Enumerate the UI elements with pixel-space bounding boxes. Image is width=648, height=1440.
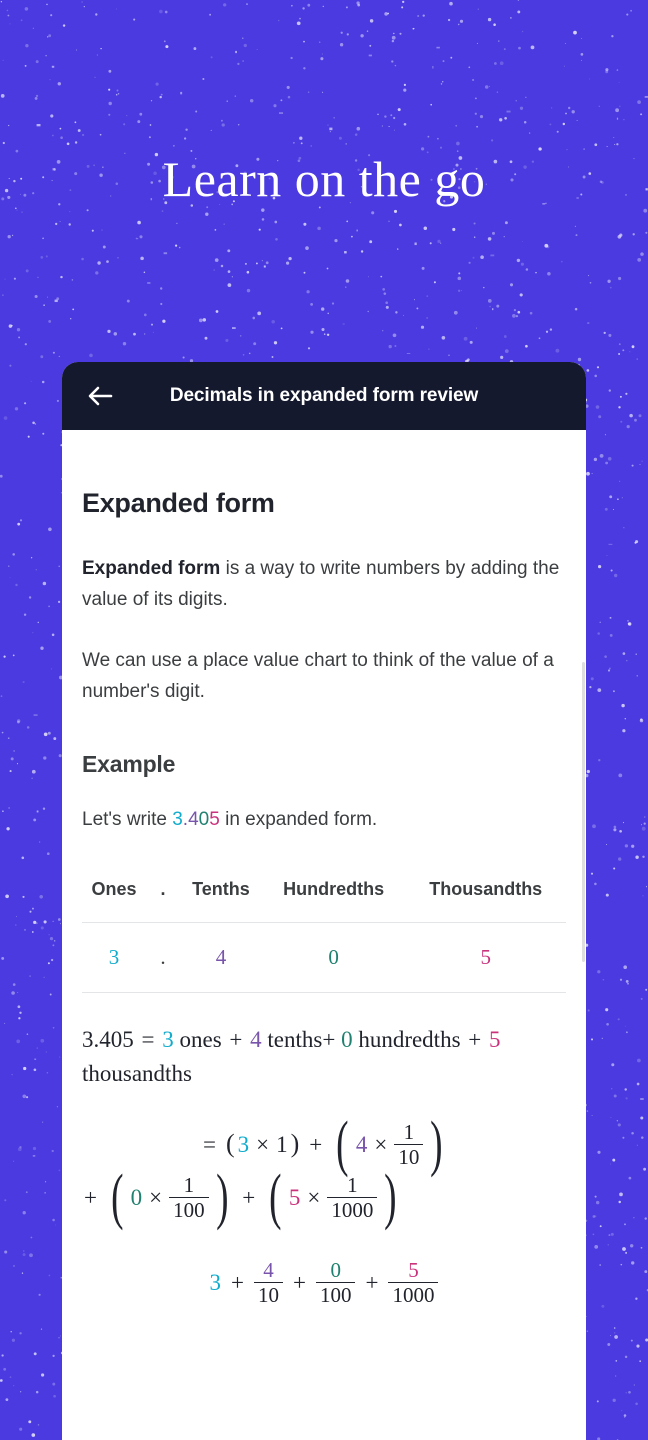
hero-title: Learn on the go (162, 151, 486, 207)
cell-hundredths: 0 (328, 945, 339, 969)
article-body: Expanded form Expanded form is a way to … (62, 430, 586, 1440)
eq2-term-3: ( 0 × 1 100 ) (107, 1163, 232, 1232)
navbar-title: Decimals in expanded form review (169, 385, 479, 406)
column-header-decimal-point: . (160, 879, 166, 899)
fraction-numerator: 1 (183, 1173, 195, 1198)
eq2-t3-digit: 0 (130, 1184, 143, 1210)
place-value-table: Ones . Tenths Hundredths Thousandths 3 .… (82, 879, 566, 993)
eq3-plus-2: + (293, 1269, 306, 1295)
eq2-t2-digit: 4 (355, 1131, 368, 1157)
column-header-thousandths: Thousandths (429, 879, 543, 899)
eq1-digit-ones: 3 (162, 1027, 174, 1052)
example-digit-tenths: 4 (188, 809, 199, 830)
cell-decimal-point: . (160, 945, 166, 969)
example-digit-thousandths: 5 (209, 809, 220, 830)
fraction-denominator: 10 (394, 1144, 424, 1168)
eq2-t4-digit: 5 (288, 1184, 301, 1210)
table-row: 3 . 4 0 5 (82, 922, 566, 993)
fraction-denominator: 1000 (327, 1197, 378, 1221)
eq2-term-2: ( 4 × 1 10 ) (332, 1110, 447, 1179)
cell-thousandths: 5 (480, 945, 491, 969)
eq2-t4-times: × (307, 1184, 321, 1210)
example-digit-ones: 3 (172, 809, 183, 830)
eq2-plus-1: + (309, 1131, 323, 1157)
paren-close: ) (290, 1129, 300, 1159)
app-screen: Learn on the go Decimals in expanded for… (0, 0, 648, 1440)
column-header-hundredths: Hundredths (283, 879, 385, 899)
fraction-denominator: 10 (254, 1282, 283, 1306)
eq2-plus-2: + (84, 1184, 97, 1210)
fraction-numerator: 5 (408, 1258, 419, 1283)
paren-close: ) (430, 1110, 443, 1179)
paren-open: ( (111, 1163, 124, 1232)
app-navbar: Decimals in expanded form review (62, 362, 586, 430)
eq2-term-1: ( 3 × 1 ) (225, 1129, 300, 1159)
example-lead-prefix: Let's write (82, 809, 173, 830)
eq1-digit-hundredths: 0 (341, 1027, 353, 1052)
cell-tenths: 4 (215, 945, 227, 969)
eq3-plus-1: + (231, 1269, 244, 1295)
fraction-denominator: 100 (315, 1282, 356, 1306)
eq2-t1-digit: 3 (237, 1131, 250, 1157)
table-header-row: Ones . Tenths Hundredths Thousandths (82, 879, 566, 923)
example-lead: Let's write 3.405 in expanded form. (82, 804, 566, 835)
paren-open: ( (336, 1110, 349, 1179)
page-title: Expanded form (82, 488, 275, 518)
eq2-t1-value: 1 (276, 1131, 288, 1157)
eq1-word-thousandths: thousandths (82, 1061, 192, 1086)
cell-ones: 3 (108, 945, 120, 969)
eq1-lhs: 3.405 (82, 1027, 134, 1052)
column-header-tenths: Tenths (192, 879, 250, 899)
equation-fraction-form: 3 + 4 10 + 0 100 + 5 1000 (82, 1259, 566, 1306)
eq2-equals: = (202, 1131, 216, 1157)
eq3-t1: 3 (209, 1269, 222, 1295)
equation-word-form: 3.405 = 3 ones + 4 tenths+ 0 hundredths … (82, 1023, 566, 1091)
eq1-plus-2: + (468, 1027, 482, 1052)
equation-product-form: = ( 3 × 1 ) + ( 4 × 1 10) + (0 × 1 100… (82, 1110, 566, 1232)
column-header-ones: Ones (91, 879, 137, 899)
expanded-form-term: Expanded form (82, 558, 221, 579)
paren-open: ( (225, 1129, 235, 1159)
arrow-left-icon[interactable] (80, 376, 120, 416)
paren-close: ) (384, 1163, 397, 1232)
eq1-equals: = (141, 1027, 155, 1052)
eq2-term-4: ( 5 × 1 1000 ) (265, 1163, 401, 1232)
eq2-t4-fraction: 1 1000 (327, 1174, 378, 1221)
intro-paragraph-2: We can use a place value chart to think … (82, 650, 554, 702)
example-digit-hundredths: 0 (198, 809, 210, 830)
intro-paragraph-1: Expanded form is a way to write numbers … (82, 553, 566, 615)
phone-card: Decimals in expanded form review Expande… (62, 362, 586, 1440)
fraction-numerator: 1 (403, 1120, 415, 1144)
eq2-line-2: + ( 0 × 1 100 ) + (5 × 1 1000) (82, 1163, 566, 1232)
eq2-t3-fraction: 1 100 (169, 1174, 209, 1221)
fraction-numerator: 0 (330, 1258, 341, 1283)
eq2-t3-times: × (149, 1184, 163, 1210)
fraction-denominator: 100 (169, 1197, 209, 1221)
fraction-denominator: 1000 (388, 1282, 439, 1306)
eq2-t1-times: × (256, 1131, 270, 1157)
eq3-fraction-tenths: 4 10 (254, 1259, 283, 1306)
eq1-word-hundredths: hundredths (358, 1027, 461, 1052)
eq1-word-tenths: tenths+ (267, 1027, 336, 1052)
scrollbar[interactable] (582, 662, 585, 962)
eq2-t2-times: × (374, 1131, 388, 1157)
fraction-numerator: 4 (263, 1258, 274, 1283)
eq2-line-1: = ( 3 × 1 ) + ( 4 × 1 10) (82, 1110, 566, 1179)
eq3-fraction-hundredths: 0 100 (315, 1258, 356, 1306)
eq3-line-1: 3 + 4 10 + 0 100 + 5 1000 (82, 1259, 566, 1306)
eq1-digit-tenths: 4 (250, 1027, 262, 1052)
example-heading: Example (82, 751, 176, 777)
example-lead-suffix: in expanded form. (219, 809, 378, 830)
eq2-t2-fraction: 1 10 (394, 1120, 424, 1168)
eq1-word-ones: ones (179, 1027, 222, 1052)
eq3-fraction-thousandths: 5 1000 (388, 1258, 439, 1306)
eq1-digit-thousandths: 5 (489, 1027, 501, 1052)
eq3-plus-3: + (365, 1269, 379, 1295)
eq2-plus-3: + (242, 1184, 256, 1210)
eq1-plus-1: + (229, 1027, 243, 1052)
paren-open: ( (269, 1163, 282, 1232)
paren-close: ) (215, 1163, 229, 1232)
